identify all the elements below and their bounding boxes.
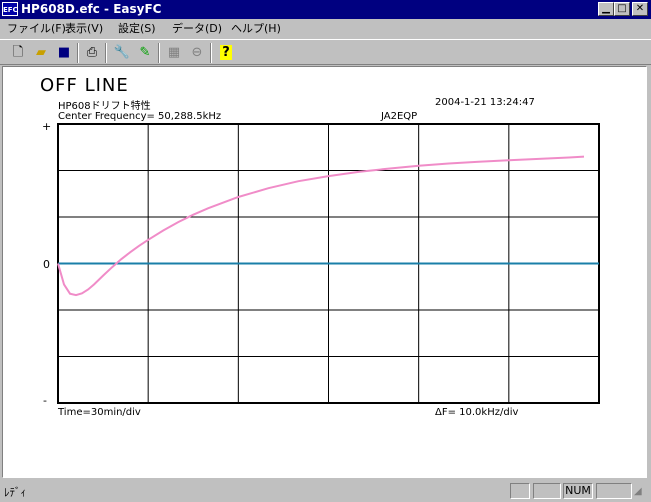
toolbar: 🗋 ▰ ■ ⎙ 🔧 ✎ ▦ ⊖ ? [0,39,651,65]
menu-bar: ファイル(F) 表示(V) 設定(S) データ(D) ヘルプ(H) [0,19,651,39]
close-icon: ✕ [635,3,645,14]
toolbar-separator [158,43,160,63]
wrench-icon: 🔧 [113,45,131,60]
new-file-button[interactable]: 🗋 [8,43,28,63]
print-button[interactable]: ⎙ [82,43,102,63]
drift-curve [57,155,585,297]
window-title: HP608D.efc - EasyFC [21,2,162,16]
open-folder-icon: ▰ [36,45,46,60]
status-text: ﾚﾃﾞｨ [4,486,26,499]
menu-data[interactable]: データ(D) [171,21,223,36]
save-icon: ■ [57,45,71,60]
title-bar: EFC HP608D.efc - EasyFC ▁ □ ✕ [0,0,651,19]
toolbar-separator [105,43,107,63]
toolbar-separator [77,43,79,63]
status-bar: ﾚﾃﾞｨ NUM ◢ [0,480,651,502]
toolbar-separator [210,43,212,63]
stop-disabled-icon: ⊖ [191,45,203,60]
new-file-icon: 🗋 [12,45,24,60]
resize-grip-icon[interactable]: ◢ [634,486,648,500]
help-button[interactable]: ? [216,43,236,63]
save-button[interactable]: ■ [54,43,74,63]
grid-button[interactable]: ▦ [164,43,184,63]
open-button[interactable]: ▰ [31,43,51,63]
maximize-button[interactable]: □ [614,2,630,16]
help-icon: ? [220,45,232,60]
status-panel [596,483,632,499]
grid-disabled-icon: ▦ [167,45,181,60]
time-per-div: Time=30min/div [58,407,141,418]
marker-button[interactable]: ✎ [135,43,155,63]
num-lock-indicator: NUM [563,483,593,499]
print-icon: ⎙ [86,45,98,60]
stop-button[interactable]: ⊖ [187,43,207,63]
close-button[interactable]: ✕ [632,2,648,16]
freq-per-div: ΔF= 10.0kHz/div [435,407,519,418]
status-panel [510,483,530,499]
menu-file[interactable]: ファイル(F) [6,21,67,36]
menu-settings[interactable]: 設定(S) [117,21,157,36]
status-panel [533,483,561,499]
maximize-icon: □ [617,3,627,14]
chart-view: OFF LINE HP608ドリフト特性 2004-1-21 13:24:47 … [2,66,647,478]
minimize-button[interactable]: ▁ [598,2,614,16]
app-icon[interactable]: EFC [2,2,18,16]
menu-help[interactable]: ヘルプ(H) [230,21,282,36]
minimize-icon: ▁ [602,3,610,14]
menu-view[interactable]: 表示(V) [64,21,104,36]
marker-icon: ✎ [139,45,151,60]
settings-button[interactable]: 🔧 [112,43,132,63]
